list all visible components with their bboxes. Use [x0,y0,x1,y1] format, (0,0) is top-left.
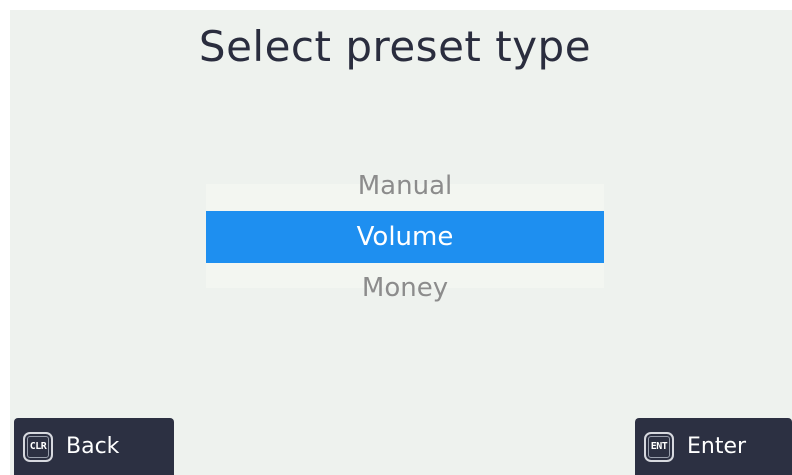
enter-button[interactable]: ENT Enter [635,418,792,475]
option-money[interactable]: Money [206,270,604,306]
clr-key-icon: CLR [23,431,53,462]
back-button[interactable]: CLR Back [14,418,174,475]
clr-key-label: CLR [29,441,47,452]
enter-button-label: Enter [687,434,747,459]
back-button-label: Back [66,434,120,459]
page-title: Select preset type [198,22,592,71]
preset-type-picker[interactable]: Manual Volume Money [206,171,604,303]
ent-key-icon: ENT [644,431,674,462]
option-volume[interactable]: Volume [206,211,604,263]
preset-type-screen: Select preset type Manual Volume Money C… [10,10,792,475]
option-manual[interactable]: Manual [206,168,604,204]
ent-key-label: ENT [650,441,668,452]
